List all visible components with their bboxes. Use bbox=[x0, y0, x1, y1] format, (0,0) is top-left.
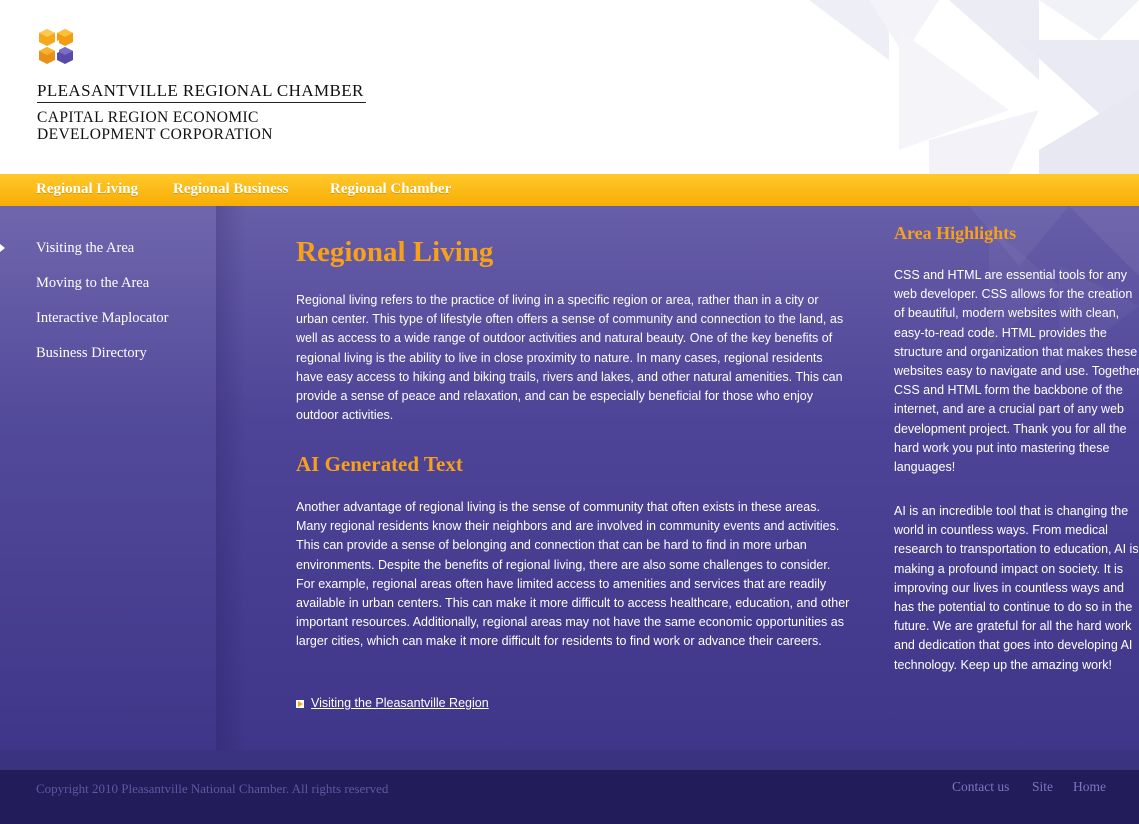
logo-subtitle-line-1: CAPITAL REGION ECONOMIC bbox=[37, 109, 259, 126]
logo-subtitle-line-2: DEVELOPMENT CORPORATION bbox=[37, 126, 273, 143]
sidebar-shadow bbox=[216, 206, 246, 750]
footer-link-contact[interactable]: Contact us bbox=[952, 779, 1009, 795]
sidebar-item-business-directory[interactable]: Business Directory bbox=[36, 345, 147, 362]
page-title: Regional Living bbox=[296, 236, 494, 268]
chamber-logo-icon[interactable] bbox=[36, 27, 78, 67]
sidebar: Visiting the Area Moving to the Area Int… bbox=[0, 206, 216, 750]
footer-link-site[interactable]: Site bbox=[1032, 779, 1053, 795]
sidebar-item-moving-to-the-area[interactable]: Moving to the Area bbox=[36, 275, 149, 292]
logo-divider bbox=[37, 102, 366, 103]
highlights-paragraph-1: CSS and HTML are essential tools for any… bbox=[894, 268, 1139, 475]
sidebar-item-interactive-maplocator[interactable]: Interactive Maplocator bbox=[36, 310, 168, 327]
intro-paragraph: Regional living refers to the practice o… bbox=[296, 293, 844, 423]
nav-regional-business[interactable]: Regional Business bbox=[173, 181, 288, 198]
section-paragraph: Another advantage of regional living is … bbox=[296, 500, 850, 649]
section-title: AI Generated Text bbox=[296, 452, 463, 476]
nav-regional-living[interactable]: Regional Living bbox=[36, 181, 138, 198]
footer-link-home[interactable]: Home bbox=[1073, 779, 1106, 795]
arrow-bullet-icon bbox=[296, 700, 304, 708]
highlights-paragraph-2: AI is an incredible tool that is changin… bbox=[894, 504, 1139, 672]
site-footer: Copyright 2010 Pleasantville National Ch… bbox=[0, 770, 1139, 824]
top-navigation: Regional Living Regional Business Region… bbox=[0, 174, 1139, 206]
visiting-region-link[interactable]: Visiting the Pleasantville Region bbox=[311, 696, 489, 710]
footer-divider-band bbox=[0, 750, 1139, 770]
logo-subtitle: CAPITAL REGION ECONOMIC DEVELOPMENT CORP… bbox=[37, 109, 273, 143]
nav-regional-chamber[interactable]: Regional Chamber bbox=[330, 181, 451, 198]
highlights-title: Area Highlights bbox=[894, 223, 1017, 243]
sidebar-item-visiting-the-area[interactable]: Visiting the Area bbox=[36, 240, 134, 257]
site-header: PLEASANTVILLE REGIONAL CHAMBER CAPITAL R… bbox=[0, 0, 1139, 174]
main-area: Visiting the Area Moving to the Area Int… bbox=[0, 206, 1139, 750]
active-item-marker-icon bbox=[0, 244, 5, 252]
logo-title: PLEASANTVILLE REGIONAL CHAMBER bbox=[37, 81, 364, 100]
header-triangle-pattern bbox=[809, 0, 1139, 174]
copyright-text: Copyright 2010 Pleasantville National Ch… bbox=[36, 781, 389, 796]
